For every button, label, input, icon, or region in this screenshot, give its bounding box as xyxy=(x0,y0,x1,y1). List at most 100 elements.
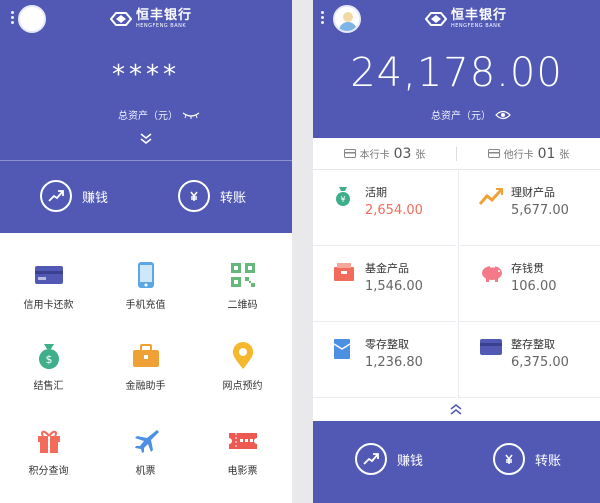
product-value: 2,654.00 xyxy=(365,203,423,218)
gift-icon xyxy=(34,428,64,454)
qr-code-icon xyxy=(228,262,258,288)
product-value: 1,236.80 xyxy=(365,355,423,370)
earn-label: 赚钱 xyxy=(82,190,109,206)
product-small-deposit[interactable]: 零存整取 1,236.80 xyxy=(313,322,456,398)
asset-label-row: 总资产（元） xyxy=(431,107,511,122)
avatar[interactable] xyxy=(333,5,361,33)
trend-chart-icon xyxy=(479,188,503,205)
menu-dots-icon[interactable] xyxy=(11,11,14,25)
menu-dots-icon[interactable] xyxy=(321,11,324,25)
fund-box-icon xyxy=(334,263,354,281)
bank-logo: 恒丰银行 HENGFENG BANK xyxy=(425,7,507,31)
coin-bag-icon: ¥ xyxy=(336,187,350,206)
envelope-icon xyxy=(333,339,351,359)
eye-closed-icon[interactable] xyxy=(182,111,200,119)
bank-name-en: HENGFENG BANK xyxy=(451,23,502,29)
product-wealth[interactable]: 理财产品 5,677.00 xyxy=(459,170,600,246)
other-cards-unit: 张 xyxy=(559,150,570,161)
earn-button[interactable]: 赚钱 xyxy=(355,443,423,475)
grid-item-movie-ticket[interactable]: 电影票 xyxy=(194,428,291,477)
product-name: 理财产品 xyxy=(511,186,555,199)
grid-item-points[interactable]: 积分查询 xyxy=(0,428,97,477)
header-divider xyxy=(0,160,292,161)
deposit-card-icon xyxy=(480,339,502,355)
bank-name-en: HENGFENG BANK xyxy=(136,23,187,29)
card-icon xyxy=(487,149,500,158)
product-piggy-bank[interactable]: 存钱贯 106.00 xyxy=(459,246,600,322)
left-screen: 恒丰银行 HENGFENG BANK **** 总资产（元） 赚钱 转账 信用卡… xyxy=(0,0,292,503)
grid-item-forex[interactable]: $ 结售汇 xyxy=(0,343,97,392)
product-value: 5,677.00 xyxy=(511,203,569,218)
bank-name: 恒丰银行 xyxy=(136,8,193,23)
other-cards-count: 01 xyxy=(537,145,556,162)
grid-label: 二维码 xyxy=(227,300,258,311)
svg-text:$: $ xyxy=(45,353,52,366)
svg-text:¥: ¥ xyxy=(340,195,345,204)
bank-logo-icon xyxy=(425,12,447,26)
own-bank-cards[interactable]: 本行卡 03 张 xyxy=(313,146,456,162)
grid-label: 手机充值 xyxy=(125,300,166,311)
grid-item-credit-card[interactable]: 信用卡还款 xyxy=(0,262,97,311)
credit-card-icon xyxy=(34,262,64,288)
yuan-transfer-icon xyxy=(493,443,525,475)
piggy-bank-icon xyxy=(482,266,502,282)
transfer-label: 转账 xyxy=(535,453,562,469)
own-cards-count: 03 xyxy=(393,145,412,162)
product-name: 存钱贯 xyxy=(511,262,544,275)
bank-logo: 恒丰银行 HENGFENG BANK xyxy=(110,7,192,31)
grid-item-finance-assistant[interactable]: 金融助手 xyxy=(97,343,194,392)
forex-bag-icon: $ xyxy=(34,343,64,369)
grid-item-branch-booking[interactable]: 网点预约 xyxy=(194,342,291,392)
grid-label: 结售汇 xyxy=(33,381,64,392)
grid-label: 信用卡还款 xyxy=(23,300,74,311)
product-name: 整存整取 xyxy=(511,338,555,351)
grid-item-flight[interactable]: 机票 xyxy=(97,428,194,477)
yuan-transfer-icon xyxy=(178,180,210,212)
trend-up-icon xyxy=(355,443,387,475)
own-cards-unit: 张 xyxy=(415,150,426,161)
own-cards-label: 本行卡 xyxy=(359,150,390,161)
product-value: 6,375.00 xyxy=(511,355,569,370)
product-name: 活期 xyxy=(365,186,387,199)
asset-label: 总资产（元） xyxy=(431,111,491,122)
other-cards-label: 他行卡 xyxy=(503,150,534,161)
product-name: 零存整取 xyxy=(365,338,409,351)
bank-name: 恒丰银行 xyxy=(451,8,508,23)
chevron-down-icon[interactable] xyxy=(139,132,153,146)
other-bank-cards[interactable]: 他行卡 01 张 xyxy=(457,146,600,162)
mobile-phone-icon xyxy=(131,262,161,288)
earn-label: 赚钱 xyxy=(397,453,424,469)
avatar[interactable] xyxy=(18,5,46,33)
eye-open-icon[interactable] xyxy=(495,110,511,120)
product-name: 基金产品 xyxy=(365,262,409,275)
grid-label: 机票 xyxy=(135,466,156,477)
masked-balance: **** xyxy=(112,60,180,90)
movie-ticket-icon xyxy=(228,428,258,454)
card-icon xyxy=(343,149,356,158)
location-pin-icon xyxy=(228,342,258,369)
total-assets-value: 24,178.00 xyxy=(350,50,563,96)
transfer-button[interactable]: 转账 xyxy=(493,443,561,475)
transfer-button[interactable]: 转账 xyxy=(178,180,246,212)
asset-label: 总资产（元） xyxy=(118,111,178,122)
airplane-icon xyxy=(131,428,161,454)
product-current-deposit[interactable]: ¥ 活期 2,654.00 xyxy=(313,170,456,246)
product-lump-deposit[interactable]: 整存整取 6,375.00 xyxy=(459,322,600,398)
grid-label: 网点预约 xyxy=(222,381,263,392)
transfer-label: 转账 xyxy=(220,190,247,206)
earn-button[interactable]: 赚钱 xyxy=(40,180,108,212)
screen-gap xyxy=(292,0,313,503)
briefcase-icon xyxy=(131,343,161,369)
trend-up-icon xyxy=(40,180,72,212)
product-value: 1,546.00 xyxy=(365,279,423,294)
asset-label-row: 总资产（元） xyxy=(118,107,200,122)
chevron-up-icon[interactable] xyxy=(449,402,463,416)
card-count-row: 本行卡 03 张 他行卡 01 张 xyxy=(313,138,600,170)
grid-item-phone-topup[interactable]: 手机充值 xyxy=(97,262,194,311)
grid-item-qr-code[interactable]: 二维码 xyxy=(194,262,291,311)
bank-logo-icon xyxy=(110,12,132,26)
grid-label: 积分查询 xyxy=(28,466,69,477)
product-fund[interactable]: 基金产品 1,546.00 xyxy=(313,246,456,322)
grid-label: 金融助手 xyxy=(125,381,166,392)
grid-label: 电影票 xyxy=(227,466,258,477)
